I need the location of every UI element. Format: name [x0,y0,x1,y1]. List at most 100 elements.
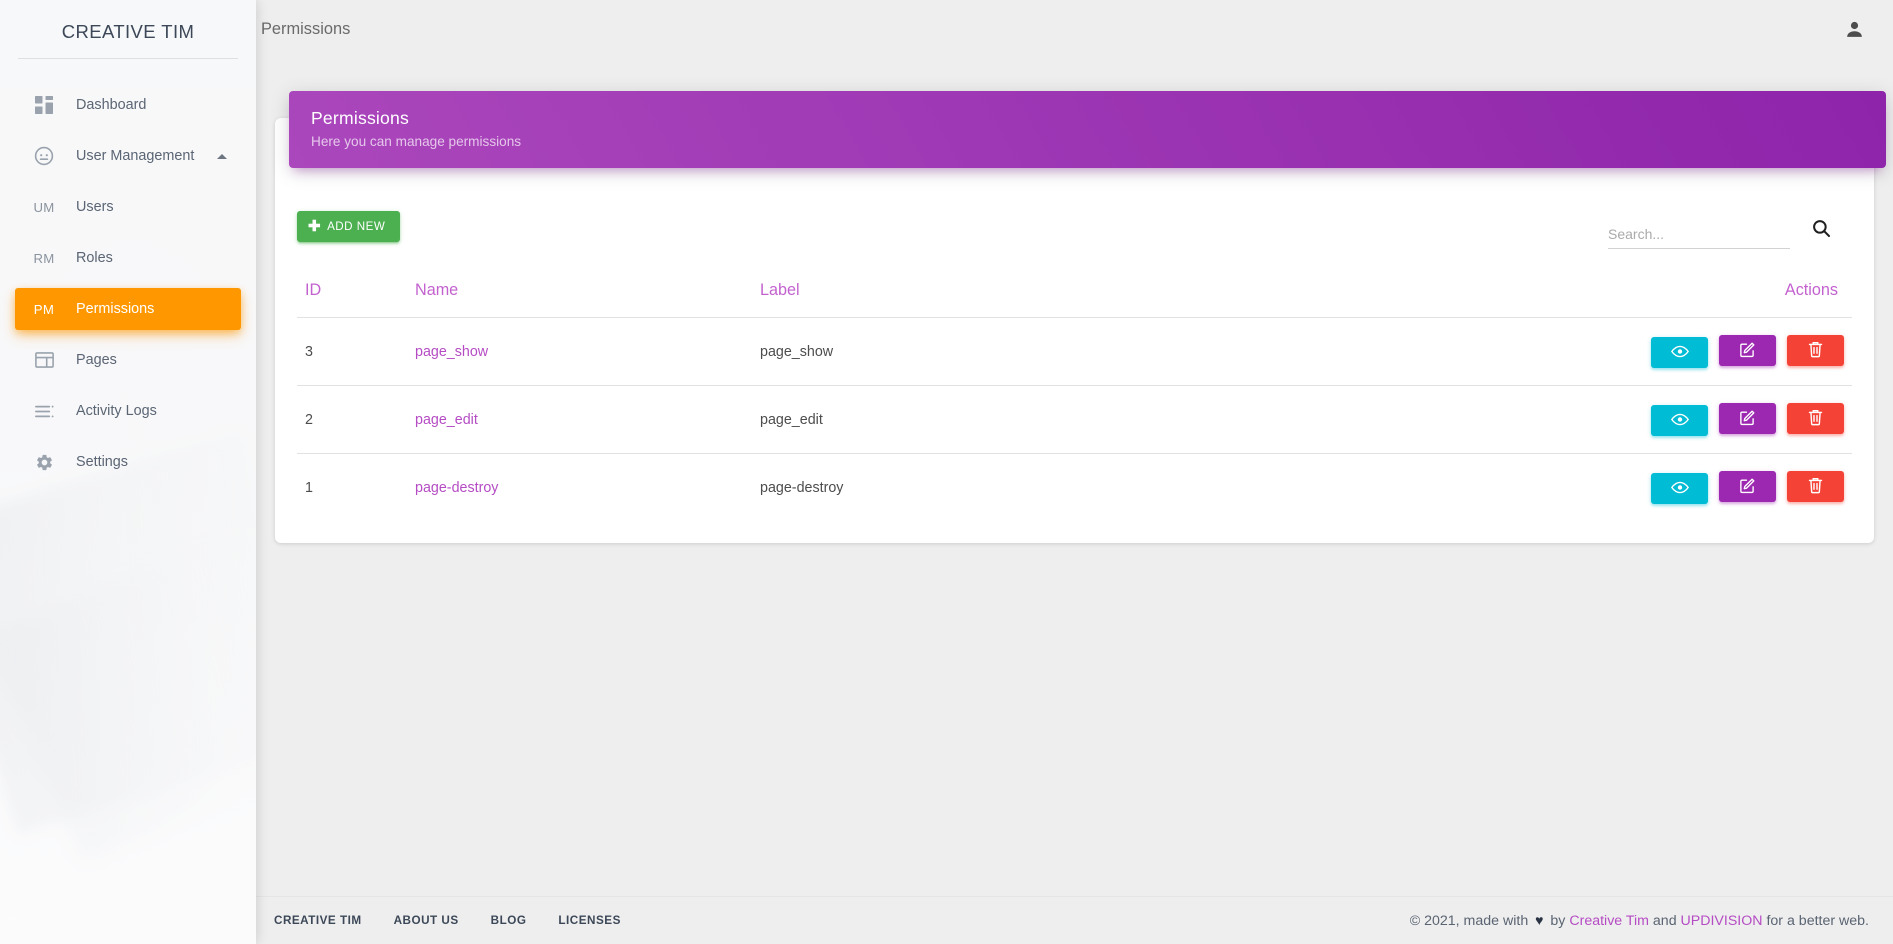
sidebar-item-label: Activity Logs [76,403,157,419]
footer-links: CREATIVE TIM ABOUT US BLOG LICENSES [258,906,637,935]
eye-icon [1670,345,1689,361]
sidebar-item-abbr: RM [33,250,55,266]
sidebar-item-users[interactable]: UM Users [15,186,241,228]
table-toolbar: ✚ ADD NEW [297,211,1852,249]
cell-actions [1098,317,1852,386]
sidebar-item-permissions[interactable]: PM Permissions [15,288,241,330]
sidebar-item-label: Roles [76,250,113,266]
pencil-square-icon [1739,477,1756,497]
footer-brand-link[interactable]: Creative Tim [1569,913,1649,929]
sidebar-item-pages[interactable]: Pages [15,339,241,381]
cell-label: page_show [752,317,1099,386]
footer-link-about-us[interactable]: ABOUT US [378,906,475,935]
user-circle-icon [29,146,59,166]
trash-icon [1808,477,1823,497]
list-lines-icon [29,405,59,418]
cell-id: 3 [297,317,407,386]
edit-button[interactable] [1719,403,1777,434]
sidebar-item-abbr: UM [33,199,55,215]
plus-icon: ✚ [308,218,322,235]
search-icon [1812,219,1831,241]
footer-link-licenses[interactable]: LICENSES [542,906,636,935]
main-panel: Permissions Permissions Here you can man… [256,0,1893,944]
page-title: Permissions [261,19,351,38]
search-button[interactable] [1790,211,1852,249]
footer-partner-link[interactable]: UPDIVISION [1681,913,1763,929]
sidebar-item-roles[interactable]: RM Roles [15,237,241,279]
column-header-label[interactable]: Label [752,271,1099,318]
footer-copyright: © 2021, made with ♥ by Creative Tim and … [1410,912,1869,929]
sidebar-item-abbr: PM [33,301,55,317]
column-header-name[interactable]: Name [407,271,752,318]
cell-name: page-destroy [407,453,752,521]
card-header-banner: Permissions Here you can manage permissi… [289,91,1886,168]
add-new-button[interactable]: ✚ ADD NEW [297,211,401,242]
layout-icon [29,352,59,368]
card-header-subtitle: Here you can manage permissions [311,134,522,149]
sidebar-item-dashboard[interactable]: Dashboard [15,84,241,126]
trash-icon [1808,341,1823,361]
sidebar-item-label: User Management [76,148,195,164]
card-body: ✚ ADD NEW Search... ID Name Label Action… [275,118,1874,521]
table-row[interactable]: 3 page_show page_show [297,317,1852,386]
delete-button[interactable] [1787,335,1844,366]
card-header-title: Permissions [311,108,410,128]
sidebar-item-label: Users [76,199,114,215]
cell-label: page-destroy [752,453,1099,521]
table-body: 3 page_show page_show 2 page_edit page_e… [297,317,1852,521]
trash-icon [1808,409,1823,429]
sidebar-item-activity-logs[interactable]: Activity Logs [15,390,241,432]
permission-name-link[interactable]: page_edit [415,412,478,428]
table-head: ID Name Label Actions [297,271,1852,318]
permission-name-link[interactable]: page-destroy [415,480,498,496]
delete-button[interactable] [1787,403,1844,434]
copyright-suffix: for a better web. [1762,913,1869,929]
content-area: Permissions Here you can manage permissi… [256,58,1893,543]
footer-link-blog[interactable]: BLOG [475,906,543,935]
search-area [1608,211,1852,249]
copyright-prefix: © 2021, made with [1409,913,1533,929]
edit-button[interactable] [1719,471,1777,502]
view-button[interactable] [1651,337,1709,368]
table-row[interactable]: 1 page-destroy page-destroy [297,453,1852,521]
topbar: Permissions [256,0,1893,58]
gear-icon [29,453,59,472]
sidebar-item-label: Permissions [76,301,155,317]
cell-name: page_show [407,317,752,386]
column-header-actions[interactable]: Actions [1099,271,1852,318]
table-header-row: ID Name Label Actions [297,271,1852,318]
copyright-and: and [1648,913,1681,929]
cell-actions [1098,453,1852,521]
table-row[interactable]: 2 page_edit page_edit [297,385,1852,454]
heart-icon: ♥ [1535,912,1544,928]
eye-icon [1670,481,1689,497]
sidebar-item-label: Pages [76,352,117,368]
person-icon[interactable] [1837,12,1871,46]
footer-link-creative-tim[interactable]: CREATIVE TIM [258,906,378,935]
sidebar-item-user-management[interactable]: User Management [15,135,241,177]
brand-logo[interactable]: CREATIVE TIM [0,0,256,58]
cell-name: page_edit [407,385,752,454]
view-button[interactable] [1651,473,1709,504]
dashboard-grid-icon [29,96,59,114]
delete-button[interactable] [1787,471,1844,502]
sidebar-item-settings[interactable]: Settings [15,441,241,483]
chevron-up-icon[interactable] [217,153,227,159]
sidebar: CREATIVE TIM Dashboard User Management U… [0,0,256,944]
view-button[interactable] [1651,405,1709,436]
copyright-by: by [1546,913,1570,929]
add-new-label: ADD NEW [327,220,386,233]
cell-id: 1 [297,453,407,521]
eye-icon [1670,413,1689,429]
permissions-card: Permissions Here you can manage permissi… [275,91,1886,543]
permissions-table: ID Name Label Actions 3 page_show page_s… [297,271,1852,521]
pencil-square-icon [1739,341,1756,361]
sidebar-nav: Dashboard User Management UM Users RM Ro… [0,59,256,483]
sidebar-item-label: Settings [76,454,128,470]
permission-name-link[interactable]: page_show [415,344,488,360]
cell-actions [1098,385,1852,454]
cell-id: 2 [297,385,407,454]
search-input[interactable] [1608,220,1790,249]
edit-button[interactable] [1719,335,1777,366]
column-header-id[interactable]: ID [297,271,407,318]
